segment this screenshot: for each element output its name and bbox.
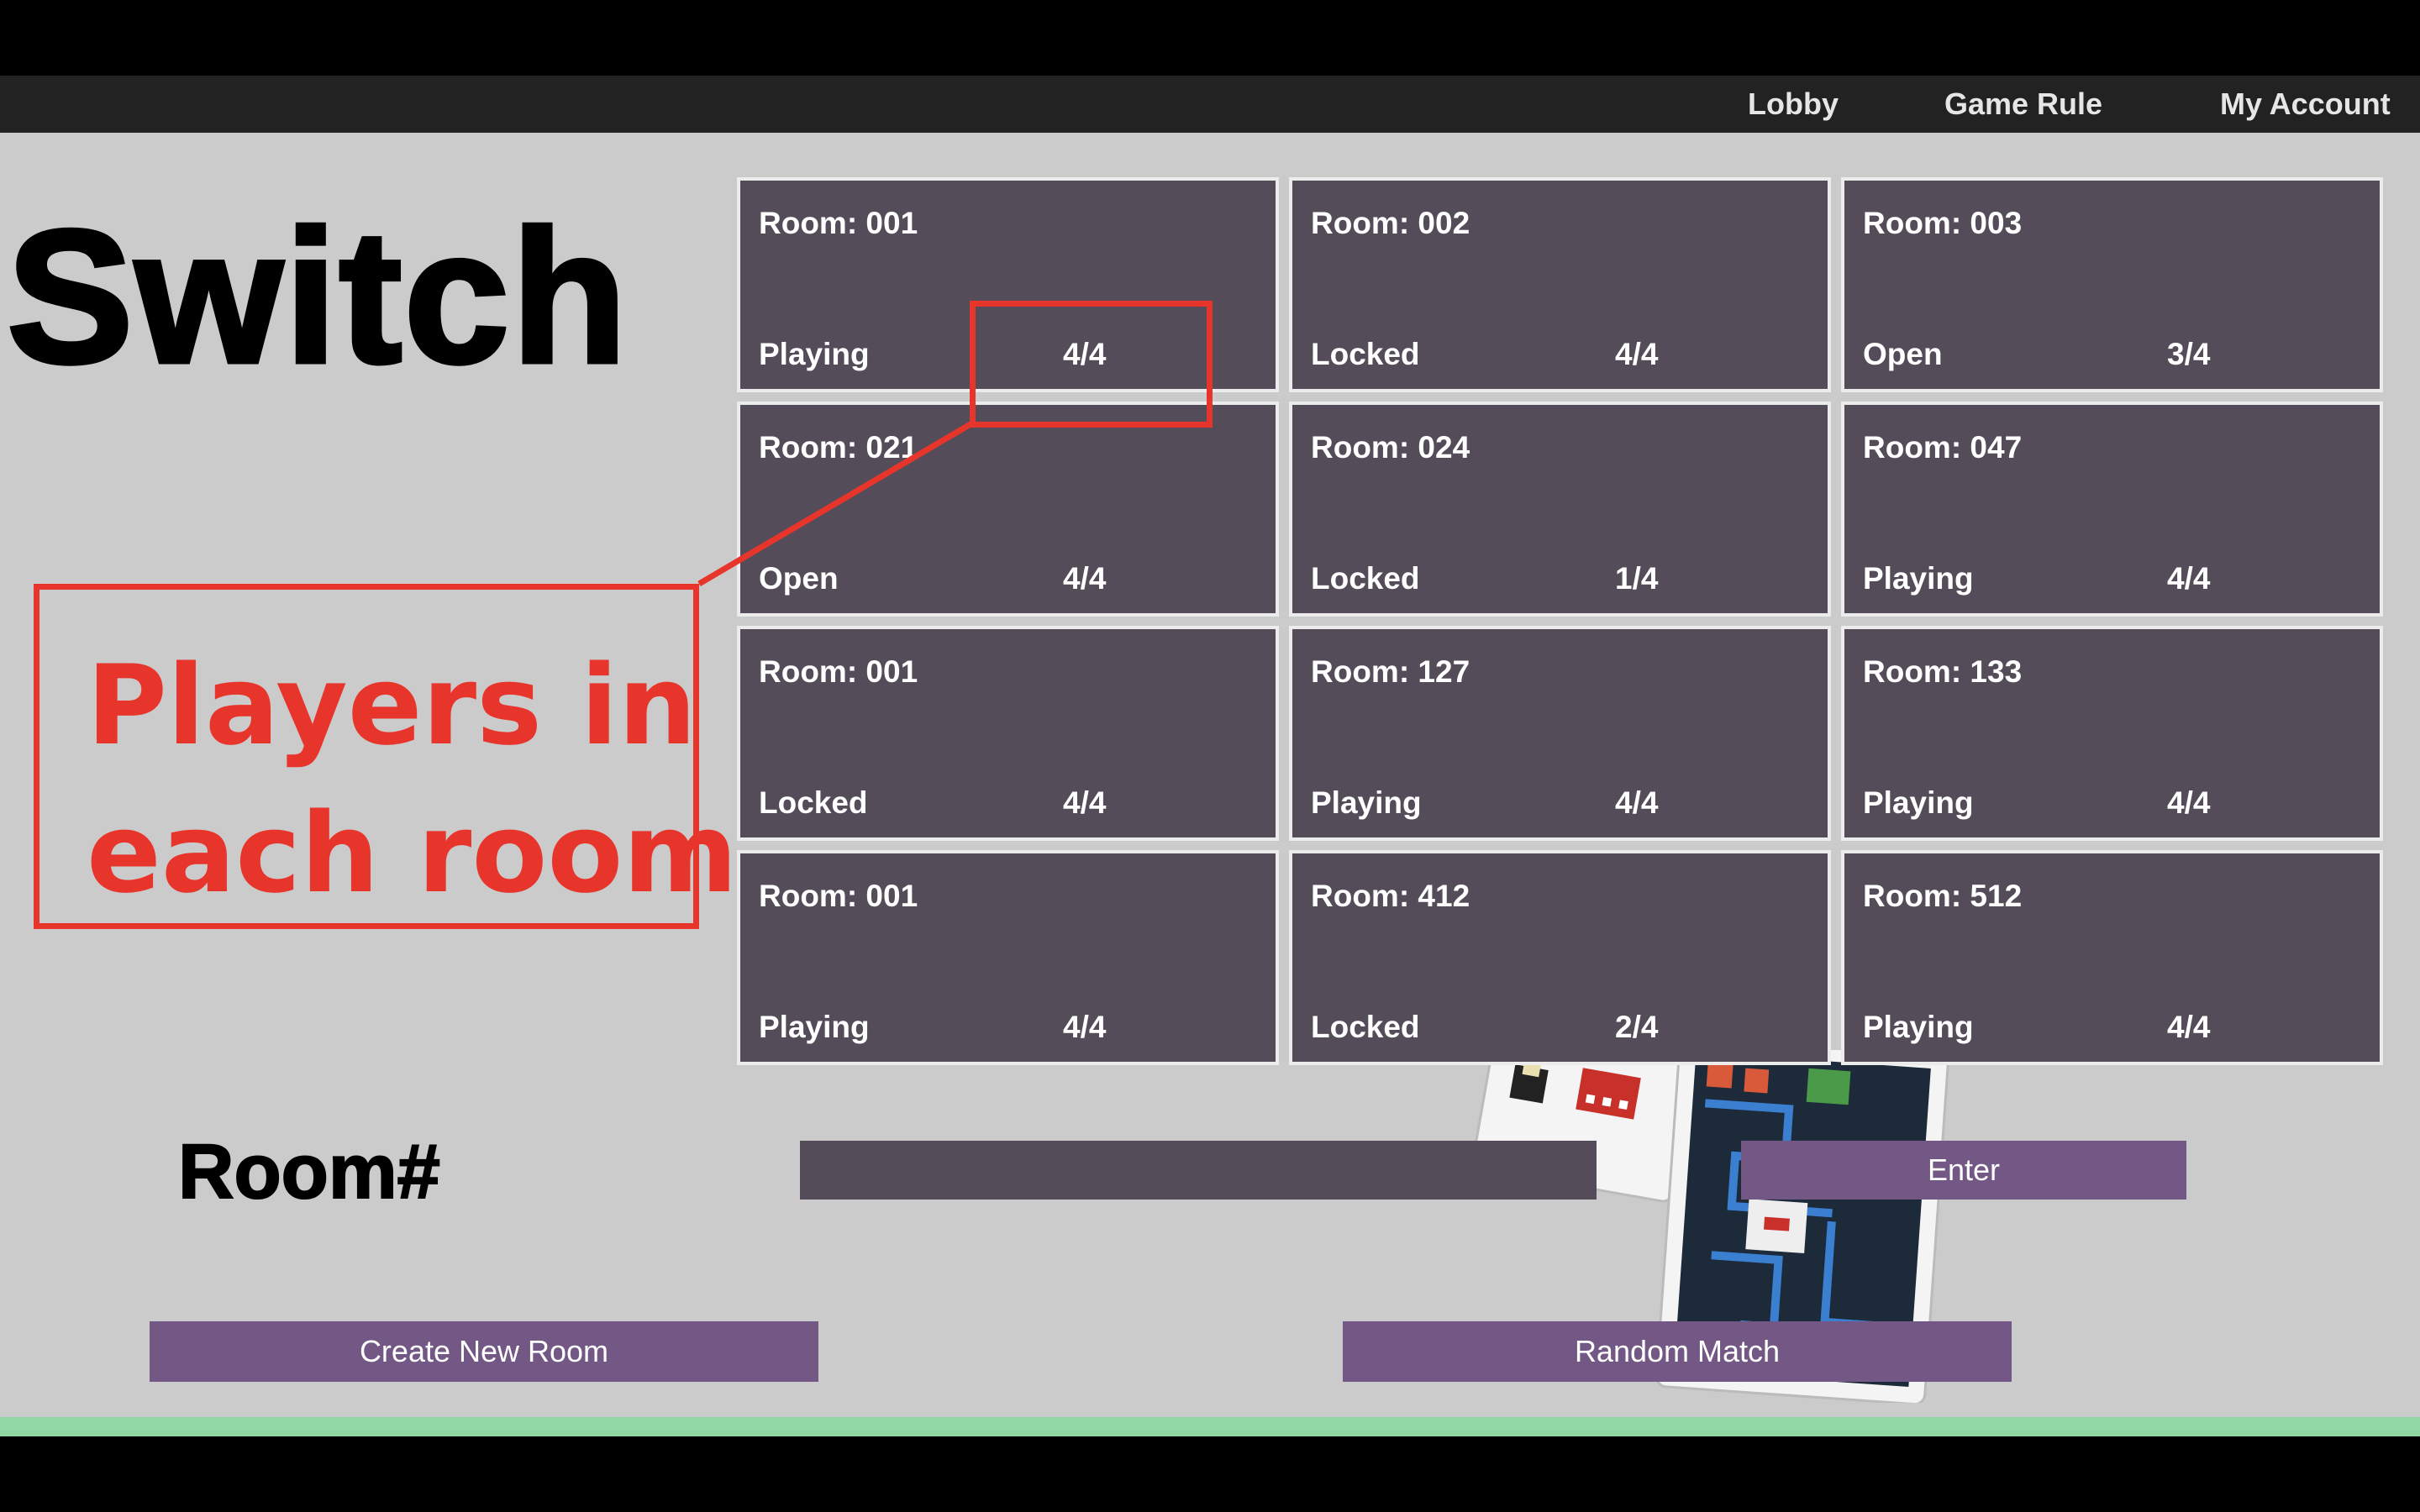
annotation-line-2: each room [87, 789, 738, 917]
room-name: Room: 001 [759, 879, 918, 913]
room-card[interactable]: Room: 003 Open 3/4 [1841, 177, 2383, 392]
room-player-count: 2/4 [1615, 1010, 1659, 1044]
room-card[interactable]: Room: 001 Locked 4/4 [737, 626, 1279, 841]
room-player-count: 1/4 [1615, 561, 1659, 596]
room-player-count: 4/4 [1063, 785, 1107, 820]
room-status: Locked [1311, 561, 1420, 596]
room-status: Playing [1863, 1010, 1974, 1044]
room-status: Playing [1863, 785, 1974, 820]
room-player-count: 4/4 [1063, 561, 1107, 596]
annotation-line-1: Players in [87, 641, 697, 769]
room-player-count: 4/4 [2167, 785, 2211, 820]
room-name: Room: 002 [1311, 206, 1470, 240]
nav-lobby[interactable]: Lobby [1748, 76, 1839, 133]
room-card[interactable]: Room: 024 Locked 1/4 [1289, 402, 1831, 617]
top-navbar: Lobby Game Rule My Account [0, 76, 2420, 133]
room-status: Open [759, 561, 839, 596]
room-card[interactable]: Room: 127 Playing 4/4 [1289, 626, 1831, 841]
room-number-label: Room# [177, 1128, 441, 1215]
room-player-count: 4/4 [1063, 1010, 1107, 1044]
room-player-count: 4/4 [1615, 337, 1659, 371]
room-status: Playing [1311, 785, 1422, 820]
room-card[interactable]: Room: 047 Playing 4/4 [1841, 402, 2383, 617]
nav-my-account[interactable]: My Account [2220, 76, 2391, 133]
annotation-highlight-box [970, 301, 1213, 428]
nav-game-rule[interactable]: Game Rule [1944, 76, 2102, 133]
app-logo: Switch [4, 190, 629, 402]
random-match-button[interactable]: Random Match [1343, 1321, 2012, 1382]
room-name: Room: 127 [1311, 654, 1470, 689]
room-name: Room: 024 [1311, 430, 1470, 465]
room-name: Room: 133 [1863, 654, 2023, 689]
room-card[interactable]: Room: 001 Playing 4/4 [737, 850, 1279, 1065]
room-status: Locked [1311, 337, 1420, 371]
room-number-input[interactable] [800, 1141, 1597, 1200]
room-card[interactable]: Room: 133 Playing 4/4 [1841, 626, 2383, 841]
annotation-callout: Players in each room [34, 584, 738, 929]
room-player-count: 4/4 [2167, 1010, 2211, 1044]
room-player-count: 4/4 [1615, 785, 1659, 820]
room-card[interactable]: Room: 002 Locked 4/4 [1289, 177, 1831, 392]
lobby-page: Lobby Game Rule My Account Switch Room: … [0, 76, 2420, 1436]
room-name: Room: 001 [759, 206, 918, 240]
room-status: Playing [759, 1010, 870, 1044]
room-status: Locked [759, 785, 868, 820]
room-name: Room: 001 [759, 654, 918, 689]
room-name: Room: 021 [759, 430, 918, 465]
room-name: Room: 003 [1863, 206, 2023, 240]
room-player-count: 3/4 [2167, 337, 2211, 371]
enter-button[interactable]: Enter [1741, 1141, 2186, 1200]
room-name: Room: 047 [1863, 430, 2023, 465]
room-card[interactable]: Room: 512 Playing 4/4 [1841, 850, 2383, 1065]
room-card[interactable]: Room: 021 Open 4/4 [737, 402, 1279, 617]
bottom-bar [0, 1417, 2420, 1436]
room-player-count: 4/4 [2167, 561, 2211, 596]
room-status: Open [1863, 337, 1943, 371]
room-card[interactable]: Room: 412 Locked 2/4 [1289, 850, 1831, 1065]
create-new-room-button[interactable]: Create New Room [150, 1321, 818, 1382]
annotation-text: Players in each room [87, 632, 738, 927]
room-name: Room: 512 [1863, 879, 2023, 913]
room-status: Playing [1863, 561, 1974, 596]
room-status: Locked [1311, 1010, 1420, 1044]
room-name: Room: 412 [1311, 879, 1470, 913]
room-status: Playing [759, 337, 870, 371]
